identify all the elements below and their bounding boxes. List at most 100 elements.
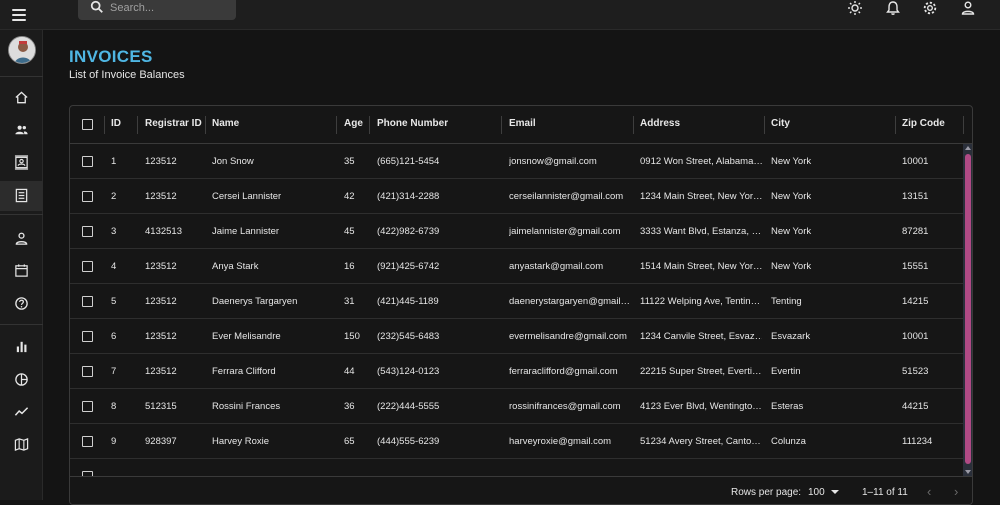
column-header-age[interactable]: Age (344, 118, 363, 129)
user-icon[interactable] (960, 0, 976, 16)
row-checkbox[interactable] (82, 331, 93, 342)
scroll-up-arrow[interactable] (965, 146, 971, 150)
table-row[interactable]: 7 123512 Ferrara Clifford 44 (543)124-0123 fe… (70, 354, 963, 389)
column-separator (137, 116, 138, 134)
table-row[interactable]: 4 123512 Anya Stark 16 (921)425-6742 anyastar… (70, 249, 963, 284)
scroll-down-arrow[interactable] (965, 470, 971, 474)
row-checkbox[interactable] (82, 191, 93, 202)
cell-phone: (665)121-5454 (377, 156, 440, 167)
cell-address: 51234 Avery Street, Canto… (640, 436, 761, 447)
person-icon (15, 232, 28, 245)
row-checkbox[interactable] (82, 366, 93, 377)
cell-email: jaimelannister@gmail.com (509, 226, 621, 237)
sidebar-item-geography[interactable] (0, 430, 43, 460)
column-header-address[interactable]: Address (640, 118, 680, 129)
cell-registrar-id: 928397 (145, 436, 177, 447)
cell-address: 22215 Super Street, Everti… (640, 366, 762, 377)
sidebar-item-bar-chart[interactable] (0, 332, 43, 362)
table-row[interactable]: 6 123512 Ever Melisandre 150 (232)545-6483 ev… (70, 319, 963, 354)
table-row[interactable]: 2 123512 Cersei Lannister 42 (421)314-2288 ce… (70, 179, 963, 214)
search-input[interactable] (110, 0, 230, 16)
cell-phone: (543)124-0123 (377, 366, 440, 377)
sidebar-item-dashboard[interactable] (0, 83, 43, 113)
select-all-checkbox[interactable] (82, 119, 93, 130)
cell-name: Anya Stark (212, 261, 259, 272)
scrollbar-thumb[interactable] (965, 154, 971, 464)
column-header-phone[interactable]: Phone Number (377, 118, 448, 129)
caret-down-icon (831, 490, 840, 495)
table-row[interactable]: 8 512315 Rossini Frances 36 (222)444-5555 ros… (70, 389, 963, 424)
gear-icon[interactable] (922, 0, 938, 16)
table-row[interactable]: 5 123512 Daenerys Targaryen 31 (421)445-1189… (70, 284, 963, 319)
cell-registrar-id: 4132513 (145, 226, 182, 237)
cell-address: 4123 Ever Blvd, Wentingto… (640, 401, 762, 412)
line-chart-icon (14, 407, 29, 416)
cell-phone: (422)982-6739 (377, 226, 440, 237)
cell-name: Jon Snow (212, 156, 254, 167)
column-separator (633, 116, 634, 134)
sidebar-divider (0, 76, 43, 77)
column-header-registrar-id[interactable]: Registrar ID (145, 118, 202, 129)
cell-zip: 13151 (902, 191, 929, 202)
row-checkbox[interactable] (82, 401, 93, 412)
cell-email: jonsnow@gmail.com (509, 156, 597, 167)
sidebar-item-faq[interactable] (0, 289, 43, 319)
cell-phone: (444)555-6239 (377, 436, 440, 447)
sidebar-item-invoices[interactable] (0, 181, 43, 211)
contacts-icon (14, 155, 29, 170)
vertical-scrollbar[interactable] (963, 144, 972, 476)
cell-age: 35 (344, 156, 355, 167)
column-header-city[interactable]: City (771, 118, 790, 129)
column-header-zip[interactable]: Zip Code (902, 118, 945, 129)
cell-name: Harvey Roxie (212, 436, 270, 447)
avatar[interactable] (8, 36, 36, 64)
table-row[interactable]: 3 4132513 Jaime Lannister 45 (422)982-6739 ja… (70, 214, 963, 249)
cell-email: daenerystargaryen@gmail… (509, 296, 631, 307)
row-checkbox[interactable] (82, 296, 93, 307)
sidebar-item-pie-chart[interactable] (0, 365, 43, 395)
cell-age: 31 (344, 296, 355, 307)
cell-address: 1234 Canvile Street, Esvaz… (640, 331, 762, 342)
row-checkbox[interactable] (82, 261, 93, 272)
rows-per-page-value: 100 (808, 487, 825, 498)
help-icon (15, 297, 28, 310)
previous-page-icon[interactable]: ‹ (927, 484, 931, 499)
sidebar-item-line-chart[interactable] (0, 397, 43, 427)
next-page-icon[interactable]: › (954, 484, 958, 499)
table-row[interactable]: 1 123512 Jon Snow 35 (665)121-5454 jonsnow@gm… (70, 144, 963, 179)
cell-city: Colunza (771, 436, 806, 447)
column-header-id[interactable]: ID (111, 118, 121, 129)
calendar-icon (15, 264, 28, 277)
cell-address: 1514 Main Street, New Yor… (640, 261, 762, 272)
cell-age: 45 (344, 226, 355, 237)
cell-email: cerseilannister@gmail.com (509, 191, 624, 202)
sidebar-item-calendar[interactable] (0, 256, 43, 286)
column-header-name[interactable]: Name (212, 118, 239, 129)
sidebar-item-contacts[interactable] (0, 148, 43, 178)
cell-id: 1 (111, 156, 117, 167)
bell-icon[interactable] (885, 0, 901, 16)
cell-email: rossinifrances@gmail.com (509, 401, 621, 412)
cell-name: Daenerys Targaryen (212, 296, 298, 307)
cell-id: 9 (111, 436, 117, 447)
sidebar-item-profile-form[interactable] (0, 224, 43, 254)
bar-chart-icon (16, 341, 27, 353)
sidebar-item-team[interactable] (0, 115, 43, 145)
column-header-email[interactable]: Email (509, 118, 536, 129)
cell-city: New York (771, 191, 812, 202)
row-checkbox[interactable] (82, 156, 93, 167)
rows-per-page-select[interactable]: 100 (808, 487, 840, 498)
search-box[interactable] (78, 0, 236, 20)
cell-phone: (921)425-6742 (377, 261, 440, 272)
menu-icon[interactable] (12, 6, 32, 24)
cell-age: 44 (344, 366, 355, 377)
row-checkbox[interactable] (82, 226, 93, 237)
cell-city: Evertin (771, 366, 801, 377)
table-header: ID Registrar ID Name Age Phone Number Em… (70, 106, 972, 144)
row-checkbox[interactable] (82, 436, 93, 447)
cell-registrar-id: 123512 (145, 191, 177, 202)
table-row[interactable]: 9 928397 Harvey Roxie 65 (444)555-6239 harvey… (70, 424, 963, 459)
cell-city: Esvazark (771, 331, 811, 342)
cell-id: 5 (111, 296, 117, 307)
sun-icon[interactable] (847, 0, 863, 16)
